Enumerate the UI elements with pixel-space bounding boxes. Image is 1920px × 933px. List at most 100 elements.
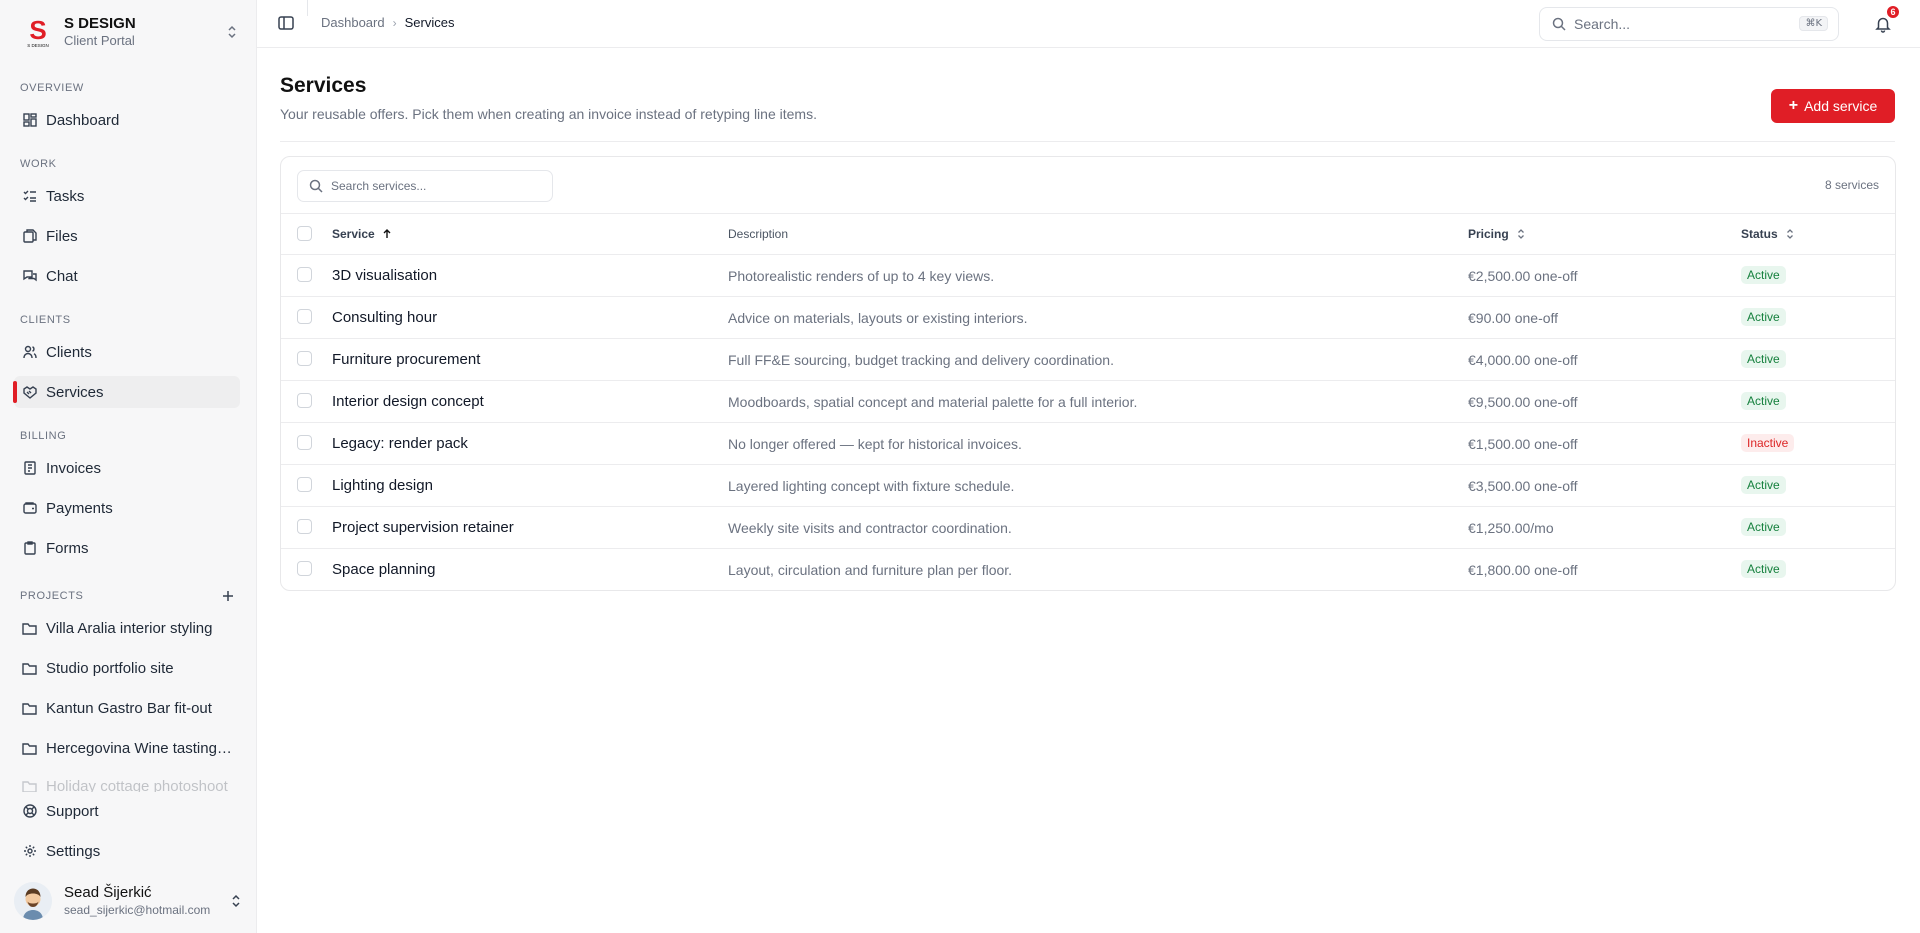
- services-table-card: Search services... 8 services Service De…: [280, 156, 1896, 591]
- project-item[interactable]: Hercegovina Wine tasting room: [14, 733, 240, 763]
- table-row[interactable]: Furniture procurement Full FF&E sourcing…: [281, 339, 1895, 381]
- service-pricing: €90.00 one-off: [1468, 310, 1559, 326]
- section-label-projects: PROJECTS: [20, 590, 84, 602]
- add-service-button[interactable]: + Add service: [1771, 89, 1895, 123]
- list-checks-icon: [22, 188, 38, 204]
- status-badge: Active: [1741, 350, 1786, 368]
- sidebar-item-label: Payments: [46, 499, 113, 517]
- row-checkbox[interactable]: [297, 561, 312, 576]
- page-subtitle: Your reusable offers. Pick them when cre…: [280, 106, 817, 122]
- row-checkbox[interactable]: [297, 519, 312, 534]
- column-header-service[interactable]: Service: [332, 227, 393, 241]
- folder-icon: [22, 660, 38, 676]
- services-search-placeholder: Search services...: [331, 179, 427, 193]
- table-row[interactable]: Legacy: render pack No longer offered — …: [281, 423, 1895, 465]
- service-description: Moodboards, spatial concept and material…: [728, 394, 1138, 410]
- sidebar-toggle-icon[interactable]: [277, 14, 295, 32]
- add-service-label: Add service: [1804, 98, 1878, 114]
- receipt-icon: [22, 460, 38, 476]
- status-badge: Active: [1741, 308, 1786, 326]
- service-description: Full FF&E sourcing, budget tracking and …: [728, 352, 1114, 368]
- global-search-input[interactable]: Search... ⌘K: [1539, 7, 1839, 41]
- service-name: Interior design concept: [332, 393, 484, 410]
- sidebar-item-services[interactable]: Services: [13, 376, 240, 408]
- sidebar-item-label: Support: [46, 802, 99, 820]
- sidebar: S S DESIGN S DESIGN Client Portal OVERVI…: [0, 0, 257, 933]
- sidebar-item-label: Invoices: [46, 459, 102, 477]
- sidebar-item-tasks[interactable]: Tasks: [14, 180, 240, 212]
- sidebar-item-label: Tasks: [46, 187, 85, 205]
- sidebar-item-chat[interactable]: Chat: [14, 260, 240, 292]
- project-item[interactable]: Villa Aralia interior styling: [14, 613, 240, 643]
- row-checkbox[interactable]: [297, 351, 312, 366]
- services-count: 8 services: [1824, 178, 1879, 192]
- table-row[interactable]: Lighting design Layered lighting concept…: [281, 465, 1895, 507]
- project-item[interactable]: Kantun Gastro Bar fit-out: [14, 693, 240, 723]
- project-item[interactable]: Holiday cottage photoshoot: [14, 780, 240, 792]
- sidebar-item-settings[interactable]: Settings: [14, 835, 240, 867]
- sidebar-item-clients[interactable]: Clients: [14, 336, 240, 368]
- chevrons-up-down-icon: [224, 24, 240, 40]
- row-checkbox[interactable]: [297, 309, 312, 324]
- messages-icon: [22, 268, 38, 284]
- row-checkbox[interactable]: [297, 393, 312, 408]
- column-label: Status: [1741, 227, 1778, 241]
- column-header-description: Description: [728, 227, 789, 241]
- project-label: Holiday cottage photoshoot: [46, 780, 228, 792]
- sidebar-item-forms[interactable]: Forms: [14, 532, 240, 564]
- service-description: No longer offered — kept for historical …: [728, 436, 1022, 452]
- user-menu[interactable]: Sead Šijerkić sead_sijerkic@hotmail.com: [14, 876, 244, 926]
- sidebar-item-label: Chat: [46, 267, 78, 285]
- folder-icon: [22, 740, 38, 756]
- service-description: Photorealistic renders of up to 4 key vi…: [728, 268, 995, 284]
- user-email: sead_sijerkic@hotmail.com: [64, 902, 211, 917]
- brand-switcher[interactable]: S S DESIGN S DESIGN Client Portal: [18, 12, 240, 52]
- sidebar-item-payments[interactable]: Payments: [14, 492, 240, 524]
- service-name: Consulting hour: [332, 309, 438, 326]
- chevron-right-icon: ›: [392, 15, 397, 30]
- services-search-input[interactable]: Search services...: [297, 170, 553, 202]
- column-header-status[interactable]: Status: [1741, 227, 1796, 241]
- breadcrumb-dashboard[interactable]: Dashboard: [321, 15, 385, 30]
- service-name: Furniture procurement: [332, 351, 481, 368]
- sidebar-item-files[interactable]: Files: [14, 220, 240, 252]
- add-project-plus-icon[interactable]: [220, 588, 236, 604]
- header-divider: [280, 141, 1895, 142]
- column-header-pricing[interactable]: Pricing: [1468, 227, 1527, 241]
- topbar-divider: [307, 0, 308, 16]
- sidebar-item-dashboard[interactable]: Dashboard: [14, 104, 240, 136]
- sidebar-item-invoices[interactable]: Invoices: [14, 452, 240, 484]
- sidebar-item-label: Services: [46, 383, 104, 401]
- row-checkbox[interactable]: [297, 267, 312, 282]
- status-badge: Active: [1741, 518, 1786, 536]
- project-item[interactable]: Studio portfolio site: [14, 653, 240, 683]
- status-badge: Inactive: [1741, 434, 1795, 452]
- service-description: Layered lighting concept with fixture sc…: [728, 478, 1015, 494]
- table-row[interactable]: Project supervision retainer Weekly site…: [281, 507, 1895, 549]
- search-icon: [1552, 17, 1566, 31]
- app-root: S S DESIGN S DESIGN Client Portal OVERVI…: [0, 0, 1920, 933]
- service-name: Legacy: render pack: [332, 435, 468, 452]
- sidebar-item-support[interactable]: Support: [14, 795, 240, 827]
- table-row[interactable]: Interior design concept Moodboards, spat…: [281, 381, 1895, 423]
- service-pricing: €4,000.00 one-off: [1468, 352, 1578, 368]
- project-label: Hercegovina Wine tasting room: [46, 739, 236, 757]
- arrow-up-icon: [381, 228, 393, 240]
- clipboard-icon: [22, 540, 38, 556]
- row-checkbox[interactable]: [297, 435, 312, 450]
- wallet-icon: [22, 500, 38, 516]
- table-row[interactable]: Space planning Layout, circulation and f…: [281, 549, 1895, 590]
- service-description: Advice on materials, layouts or existing…: [728, 310, 1028, 326]
- gear-icon: [22, 843, 38, 859]
- table-row[interactable]: Consulting hour Advice on materials, lay…: [281, 297, 1895, 339]
- search-icon: [309, 179, 323, 193]
- column-label: Service: [332, 227, 375, 241]
- section-label-overview: OVERVIEW: [20, 82, 84, 94]
- section-label-billing: BILLING: [20, 430, 67, 442]
- service-name: Lighting design: [332, 477, 433, 494]
- chevrons-up-down-icon: [228, 893, 244, 909]
- row-checkbox[interactable]: [297, 477, 312, 492]
- chevrons-up-down-icon: [1784, 228, 1796, 240]
- select-all-checkbox[interactable]: [297, 226, 312, 241]
- table-row[interactable]: 3D visualisation Photorealistic renders …: [281, 255, 1895, 297]
